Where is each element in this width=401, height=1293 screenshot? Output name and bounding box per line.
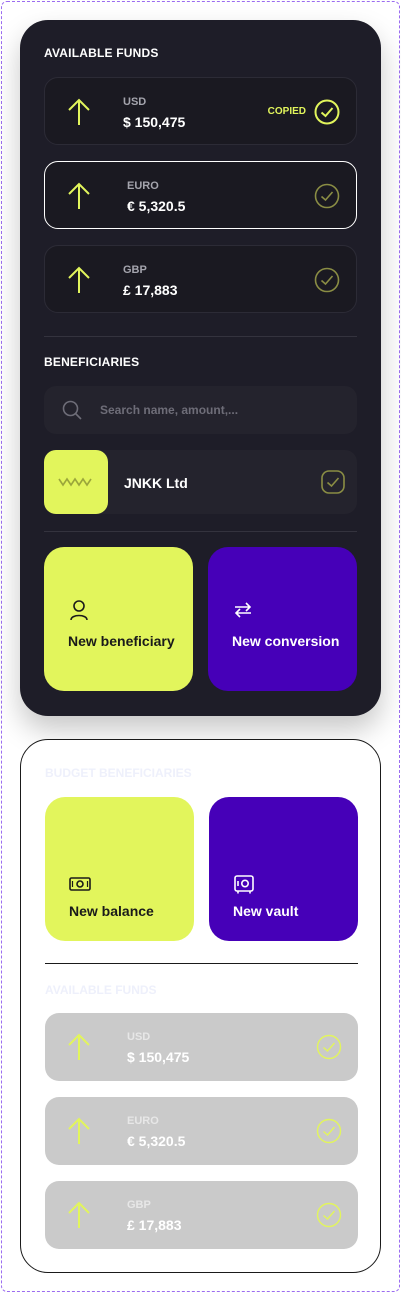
actions-panel: BUDGET BENEFICIARIES New balance New vau… <box>20 739 381 1273</box>
tile-label: New vault <box>233 903 299 919</box>
fund-currency: GBP <box>123 264 147 276</box>
fund-amount: € 5,320.5 <box>127 1133 186 1149</box>
fund-amount: $ 150,475 <box>127 1049 190 1065</box>
fund-currency: USD <box>123 96 147 108</box>
new-beneficiary-button[interactable]: New beneficiary <box>44 547 193 691</box>
fund-amount: £ 17,883 <box>127 1217 182 1233</box>
arrow-up-icon <box>68 1201 90 1228</box>
new-conversion-button[interactable]: New conversion <box>208 547 357 691</box>
search-icon <box>62 400 82 420</box>
fund-amount: € 5,320.5 <box>127 198 186 214</box>
ghost-fund-row-gbp: GBP £ 17,883 <box>45 1181 358 1249</box>
beneficiary-search[interactable]: Search name, amount,... <box>44 386 357 434</box>
arrow-up-icon <box>68 98 90 125</box>
beneficiary-item[interactable]: JNKK Ltd <box>44 450 357 514</box>
fund-row-euro[interactable]: EURO € 5,320.5 <box>44 161 357 229</box>
fund-currency: USD <box>127 1031 151 1043</box>
checkbox-icon[interactable] <box>321 470 345 494</box>
beneficiaries-title: BENEFICIARIES <box>44 355 140 369</box>
user-icon <box>70 600 88 621</box>
tile-label: New conversion <box>232 633 340 649</box>
ghost-section-title: BUDGET BENEFICIARIES <box>45 766 192 780</box>
new-balance-button[interactable]: New balance <box>45 797 194 941</box>
divider <box>45 963 358 964</box>
fund-amount: £ 17,883 <box>123 282 178 298</box>
check-circle-icon[interactable] <box>314 267 340 293</box>
fund-row-gbp[interactable]: GBP £ 17,883 <box>44 245 357 313</box>
check-circle-icon[interactable] <box>314 99 340 125</box>
arrow-up-icon <box>68 266 90 293</box>
tile-label: New balance <box>69 903 154 919</box>
available-funds-title: AVAILABLE FUNDS <box>44 46 159 60</box>
ghost-funds-title: AVAILABLE FUNDS <box>45 983 157 997</box>
arrow-up-icon <box>68 182 90 209</box>
ghost-fund-row-euro: EURO € 5,320.5 <box>45 1097 358 1165</box>
arrow-up-icon <box>68 1033 90 1060</box>
divider <box>44 336 357 337</box>
fund-currency: EURO <box>127 1115 159 1127</box>
check-circle-icon <box>316 1118 342 1144</box>
copied-label: COPIED <box>267 106 306 117</box>
banknote-icon <box>69 877 91 891</box>
fund-currency: EURO <box>127 180 159 192</box>
convert-arrows-icon <box>234 602 252 618</box>
fund-currency: GBP <box>127 1199 151 1211</box>
fund-amount: $ 150,475 <box>123 114 186 130</box>
check-circle-icon <box>316 1034 342 1060</box>
company-logo-icon <box>58 477 92 487</box>
divider <box>44 531 357 532</box>
tile-label: New beneficiary <box>68 633 175 649</box>
ghost-fund-row-usd: USD $ 150,475 <box>45 1013 358 1081</box>
vault-icon <box>234 875 254 894</box>
check-circle-icon[interactable] <box>314 183 340 209</box>
beneficiary-name: JNKK Ltd <box>124 475 188 491</box>
fund-row-usd[interactable]: USD $ 150,475 COPIED <box>44 77 357 145</box>
avatar <box>44 450 108 514</box>
search-input[interactable]: Search name, amount,... <box>100 403 238 417</box>
check-circle-icon <box>316 1202 342 1228</box>
funds-panel: AVAILABLE FUNDS USD $ 150,475 COPIED EUR… <box>20 20 381 716</box>
arrow-up-icon <box>68 1117 90 1144</box>
new-vault-button[interactable]: New vault <box>209 797 358 941</box>
